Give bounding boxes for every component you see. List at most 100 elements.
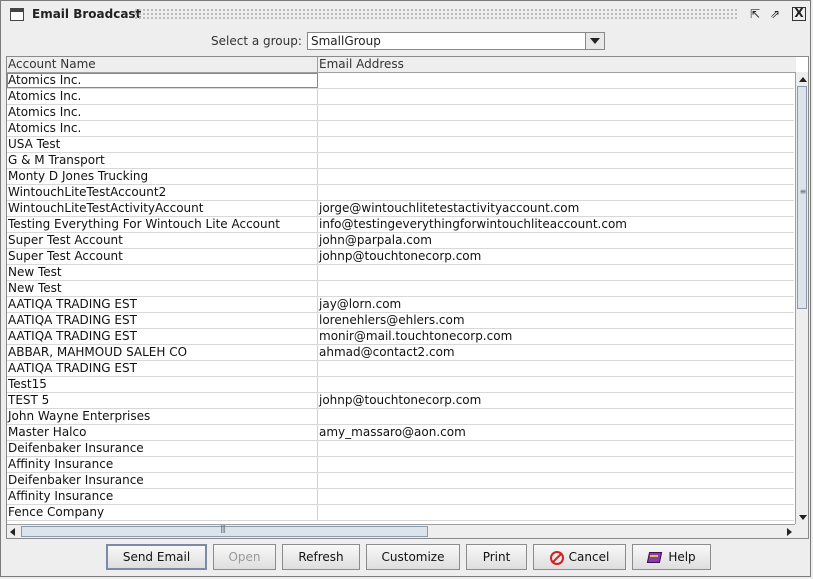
table-row[interactable]: AATIQA TRADING EST jay@lorn.com <box>7 297 794 313</box>
email-address-cell[interactable] <box>318 169 794 184</box>
account-name-cell[interactable]: Atomics Inc. <box>7 105 318 120</box>
email-address-cell[interactable] <box>318 73 794 88</box>
help-button[interactable]: Help <box>632 544 711 570</box>
account-name-cell[interactable]: Testing Everything For Wintouch Lite Acc… <box>7 217 318 232</box>
table-row[interactable]: AATIQA TRADING EST <box>7 361 794 377</box>
email-address-cell[interactable]: monir@mail.touchtonecorp.com <box>318 329 794 344</box>
table-row[interactable]: AATIQA TRADING EST monir@mail.touchtoneco… <box>7 329 794 345</box>
email-address-cell[interactable] <box>318 121 794 136</box>
account-name-cell[interactable]: WintouchLiteTestAccount2 <box>7 185 318 200</box>
email-address-cell[interactable] <box>318 505 794 520</box>
scroll-down-icon[interactable] <box>796 512 808 524</box>
horizontal-scroll-thumb[interactable] <box>21 524 428 537</box>
table-row[interactable]: Super Test Account johnp@touchtonecorp.co… <box>7 249 794 265</box>
title-bar[interactable]: Email Broadcast ⇱ ⇗ X <box>2 2 809 27</box>
email-address-cell[interactable] <box>318 137 794 152</box>
account-name-cell[interactable]: Affinity Insurance <box>7 457 318 472</box>
customize-button[interactable]: Customize <box>366 544 460 570</box>
account-name-cell[interactable]: Atomics Inc. <box>7 73 318 88</box>
account-name-cell[interactable]: Deifenbaker Insurance <box>7 473 318 488</box>
table-row[interactable]: John Wayne Enterprises <box>7 409 794 425</box>
scroll-left-icon[interactable] <box>7 525 20 538</box>
account-name-cell[interactable]: Atomics Inc. <box>7 89 318 104</box>
table-row[interactable]: Test15 <box>7 377 794 393</box>
email-address-cell[interactable]: info@testingeverythingforwintouchliteacc… <box>318 217 794 232</box>
email-address-cell[interactable]: johnp@touchtonecorp.com <box>318 249 794 264</box>
chevron-down-icon[interactable] <box>585 33 604 49</box>
email-address-cell[interactable] <box>318 281 794 296</box>
email-address-cell[interactable] <box>318 489 794 504</box>
email-address-cell[interactable] <box>318 185 794 200</box>
table-row[interactable]: Affinity Insurance <box>7 489 794 505</box>
table-row[interactable]: Monty D Jones Trucking <box>7 169 794 185</box>
maximize-icon[interactable]: ⇗ <box>768 7 782 21</box>
account-name-cell[interactable]: G & M Transport <box>7 153 318 168</box>
table-row[interactable]: Fence Company <box>7 505 794 521</box>
email-address-cell[interactable]: john@parpala.com <box>318 233 794 248</box>
email-address-cell[interactable] <box>318 153 794 168</box>
scroll-right-icon[interactable] <box>782 525 795 538</box>
account-name-cell[interactable]: ABBAR, MAHMOUD SALEH CO <box>7 345 318 360</box>
email-address-cell[interactable]: jorge@wintouchlitetestactivityaccount.co… <box>318 201 794 216</box>
email-address-cell[interactable]: johnp@touchtonecorp.com <box>318 393 794 408</box>
vertical-scroll-thumb[interactable] <box>797 86 808 309</box>
print-button[interactable]: Print <box>466 544 527 570</box>
account-name-cell[interactable]: AATIQA TRADING EST <box>7 361 318 376</box>
table-row[interactable]: USA Test <box>7 137 794 153</box>
account-name-cell[interactable]: Super Test Account <box>7 233 318 248</box>
refresh-button[interactable]: Refresh <box>282 544 360 570</box>
account-name-cell[interactable]: Fence Company <box>7 505 318 520</box>
email-address-cell[interactable]: jay@lorn.com <box>318 297 794 312</box>
account-name-cell[interactable]: Affinity Insurance <box>7 489 318 504</box>
table-row[interactable]: New Test <box>7 281 794 297</box>
table-row[interactable]: Atomics Inc. <box>7 73 794 89</box>
horizontal-scrollbar[interactable] <box>7 524 795 538</box>
send-email-button[interactable]: Send Email <box>106 544 207 570</box>
email-address-cell[interactable]: lorenehlers@ehlers.com <box>318 313 794 328</box>
account-name-cell[interactable]: Super Test Account <box>7 249 318 264</box>
table-row[interactable]: Master Halco amy_massaro@aon.com <box>7 425 794 441</box>
group-select[interactable]: SmallGroup <box>307 32 605 50</box>
email-address-cell[interactable] <box>318 377 794 392</box>
email-address-cell[interactable] <box>318 457 794 472</box>
close-icon[interactable]: X <box>792 7 806 21</box>
table-row[interactable]: WintouchLiteTestActivityAccount jorge@win… <box>7 201 794 217</box>
account-name-cell[interactable]: AATIQA TRADING EST <box>7 329 318 344</box>
account-name-cell[interactable]: AATIQA TRADING EST <box>7 313 318 328</box>
account-name-cell[interactable]: Atomics Inc. <box>7 121 318 136</box>
column-header-email-address[interactable]: Email Address <box>318 57 796 72</box>
vertical-scrollbar[interactable] <box>795 72 808 524</box>
table-row[interactable]: ABBAR, MAHMOUD SALEH CO ahmad@contact2.co… <box>7 345 794 361</box>
email-address-cell[interactable] <box>318 265 794 280</box>
table-row[interactable]: Atomics Inc. <box>7 121 794 137</box>
account-name-cell[interactable]: Test15 <box>7 377 318 392</box>
account-name-cell[interactable]: New Test <box>7 281 318 296</box>
table-row[interactable]: AATIQA TRADING EST lorenehlers@ehlers.com <box>7 313 794 329</box>
open-button[interactable]: Open <box>213 544 276 570</box>
email-address-cell[interactable] <box>318 89 794 104</box>
account-name-cell[interactable]: USA Test <box>7 137 318 152</box>
table-row[interactable]: Affinity Insurance <box>7 457 794 473</box>
account-name-cell[interactable]: Master Halco <box>7 425 318 440</box>
scroll-up-icon[interactable] <box>796 73 808 85</box>
account-name-cell[interactable]: TEST 5 <box>7 393 318 408</box>
table-row[interactable]: G & M Transport <box>7 153 794 169</box>
table-row[interactable]: Super Test Account john@parpala.com <box>7 233 794 249</box>
cancel-button[interactable]: Cancel <box>533 544 626 570</box>
email-address-cell[interactable] <box>318 105 794 120</box>
table-row[interactable]: WintouchLiteTestAccount2 <box>7 185 794 201</box>
column-header-account-name[interactable]: Account Name <box>7 57 318 72</box>
table-row[interactable]: New Test <box>7 265 794 281</box>
email-address-cell[interactable] <box>318 441 794 456</box>
email-address-cell[interactable] <box>318 473 794 488</box>
email-address-cell[interactable]: ahmad@contact2.com <box>318 345 794 360</box>
table-row[interactable]: Deifenbaker Insurance <box>7 473 794 489</box>
account-name-cell[interactable]: AATIQA TRADING EST <box>7 297 318 312</box>
table-row[interactable]: Deifenbaker Insurance <box>7 441 794 457</box>
account-name-cell[interactable]: WintouchLiteTestActivityAccount <box>7 201 318 216</box>
restore-icon[interactable]: ⇱ <box>748 7 762 21</box>
account-name-cell[interactable]: John Wayne Enterprises <box>7 409 318 424</box>
table-row[interactable]: Testing Everything For Wintouch Lite Acc… <box>7 217 794 233</box>
email-address-cell[interactable] <box>318 409 794 424</box>
email-address-cell[interactable]: amy_massaro@aon.com <box>318 425 794 440</box>
